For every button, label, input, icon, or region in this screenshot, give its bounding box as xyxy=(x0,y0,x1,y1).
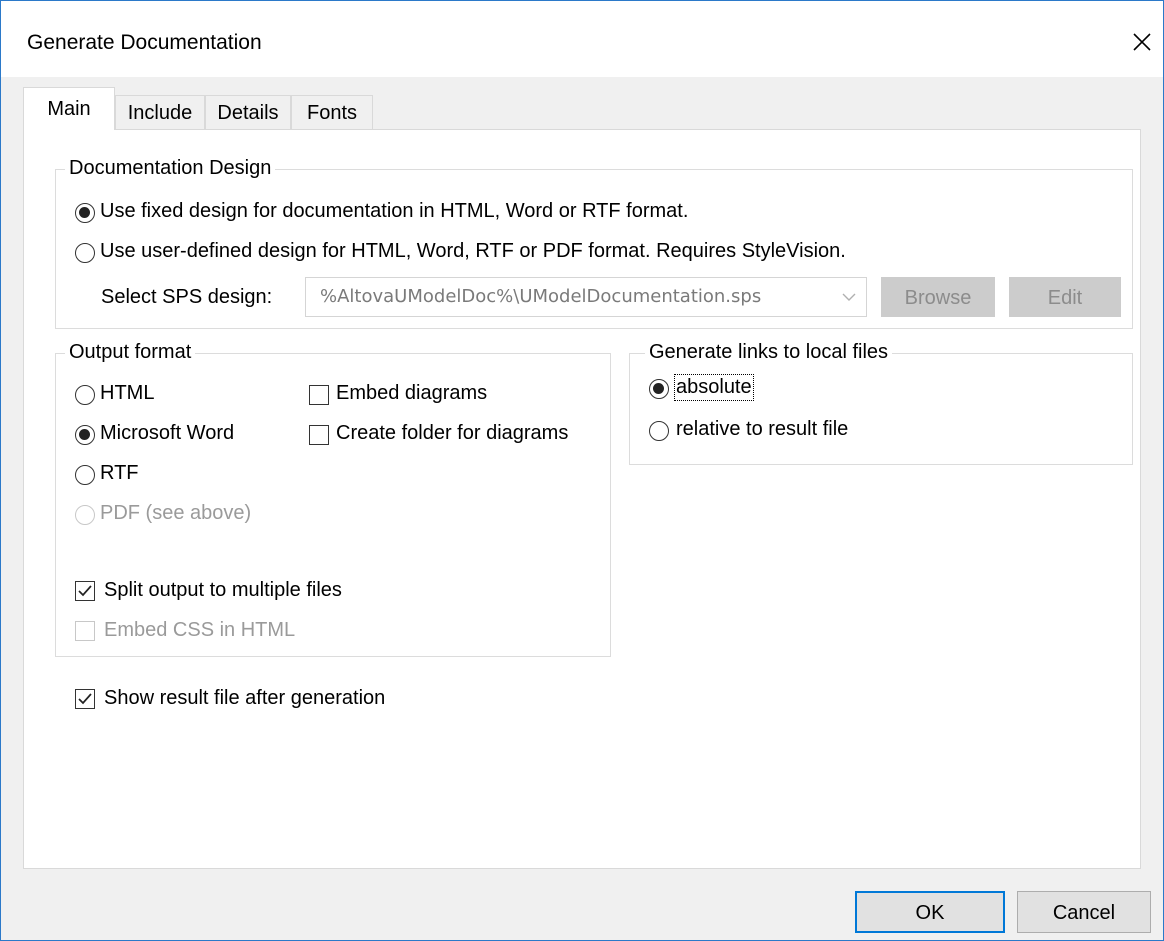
microsoft-word-radio[interactable] xyxy=(75,425,95,445)
edit-button[interactable]: Edit xyxy=(1009,277,1121,317)
embed-css-checkbox[interactable] xyxy=(75,621,95,641)
show-result-label[interactable]: Show result file after generation xyxy=(104,687,385,710)
dialog-title: Generate Documentation xyxy=(27,31,262,54)
html-radio[interactable] xyxy=(75,385,95,405)
tab-fonts[interactable]: Fonts xyxy=(291,95,373,129)
close-button[interactable] xyxy=(1121,19,1161,63)
relative-radio[interactable] xyxy=(649,421,669,441)
tab-main[interactable]: Main xyxy=(23,87,115,130)
html-label[interactable]: HTML xyxy=(100,382,154,405)
absolute-label[interactable]: absolute xyxy=(674,374,754,401)
embed-diagrams-checkbox[interactable] xyxy=(309,385,329,405)
rtf-radio[interactable] xyxy=(75,465,95,485)
fixed-design-radio[interactable] xyxy=(75,203,95,223)
sps-design-value: %AltovaUModelDoc%\UModelDocumentation.sp… xyxy=(320,286,762,307)
cancel-button[interactable]: Cancel xyxy=(1017,891,1151,933)
pdf-label[interactable]: PDF (see above) xyxy=(100,502,251,525)
embed-diagrams-label[interactable]: Embed diagrams xyxy=(336,382,487,405)
show-result-checkbox[interactable] xyxy=(75,689,95,709)
relative-label[interactable]: relative to result file xyxy=(676,418,848,441)
create-folder-checkbox[interactable] xyxy=(309,425,329,445)
generate-links-group xyxy=(629,353,1133,465)
close-icon xyxy=(1133,33,1151,51)
documentation-design-legend: Documentation Design xyxy=(65,157,276,180)
fixed-design-label[interactable]: Use fixed design for documentation in HT… xyxy=(100,200,688,223)
sps-design-label: Select SPS design: xyxy=(101,286,273,308)
split-output-label[interactable]: Split output to multiple files xyxy=(104,579,342,602)
absolute-radio[interactable] xyxy=(649,379,669,399)
tab-details[interactable]: Details xyxy=(205,95,291,129)
ok-button[interactable]: OK xyxy=(855,891,1005,933)
checkmark-icon xyxy=(78,693,92,705)
title-bar: Generate Documentation xyxy=(1,1,1163,77)
user-defined-design-radio[interactable] xyxy=(75,243,95,263)
microsoft-word-label[interactable]: Microsoft Word xyxy=(100,422,234,445)
chevron-down-icon xyxy=(842,293,856,301)
split-output-checkbox[interactable] xyxy=(75,581,95,601)
generate-links-legend: Generate links to local files xyxy=(645,341,893,364)
sps-design-select[interactable]: %AltovaUModelDoc%\UModelDocumentation.sp… xyxy=(305,277,867,317)
user-defined-design-label[interactable]: Use user-defined design for HTML, Word, … xyxy=(100,240,846,263)
embed-css-label[interactable]: Embed CSS in HTML xyxy=(104,619,295,642)
tab-include[interactable]: Include xyxy=(115,95,205,129)
checkmark-icon xyxy=(78,585,92,597)
create-folder-label[interactable]: Create folder for diagrams xyxy=(336,422,568,445)
browse-button[interactable]: Browse xyxy=(881,277,995,317)
rtf-label[interactable]: RTF xyxy=(100,462,139,485)
pdf-radio[interactable] xyxy=(75,505,95,525)
generate-documentation-dialog: Generate Documentation Main Include Deta… xyxy=(0,0,1164,941)
output-format-legend: Output format xyxy=(65,341,196,364)
